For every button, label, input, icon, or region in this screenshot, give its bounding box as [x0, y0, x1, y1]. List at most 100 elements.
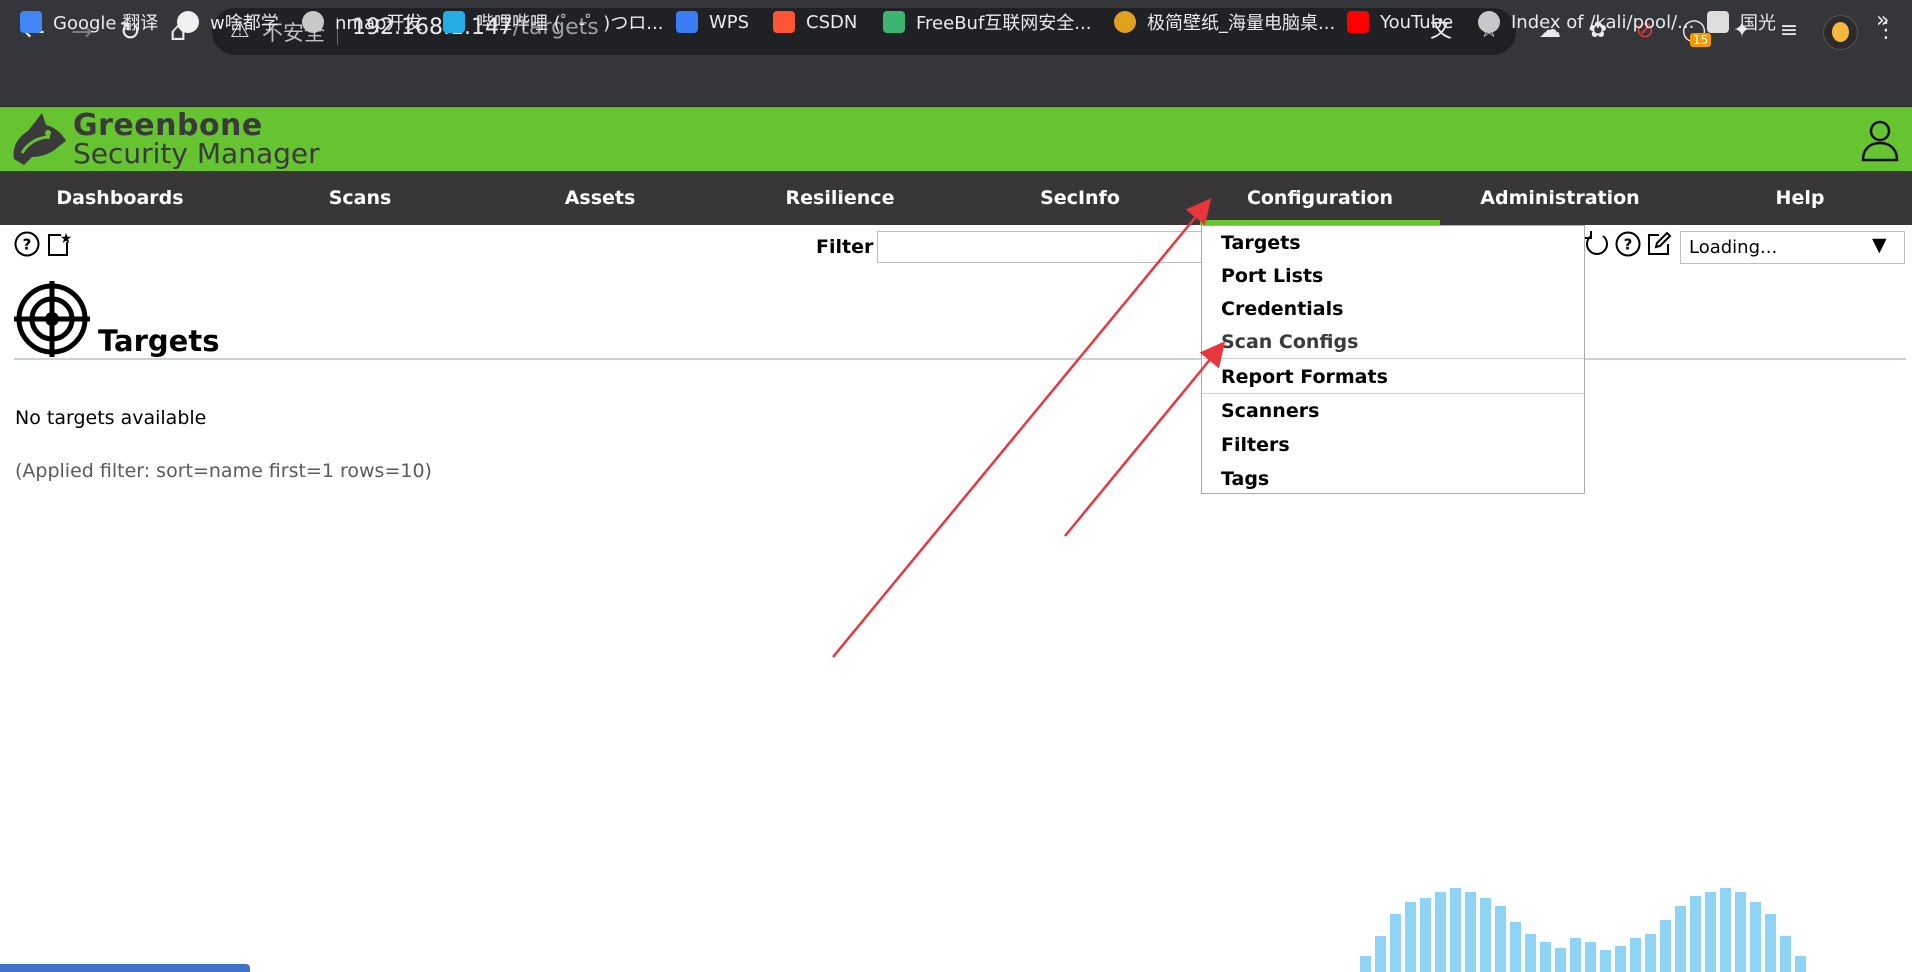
bookmark-label: 极简壁纸_海量电脑桌... — [1147, 13, 1336, 34]
reading-list-icon[interactable]: ≡ — [1772, 14, 1806, 48]
bookmark-freebuf[interactable]: FreeBuf互联网安全... — [883, 9, 1091, 35]
visualizer-bar — [1705, 892, 1716, 972]
menu-item-port-lists[interactable]: Port Lists — [1221, 265, 1323, 287]
help-icon[interactable]: ? — [13, 230, 41, 258]
bookmark-label: WPS — [709, 11, 750, 33]
bookmark-w-learn[interactable]: w啥都学 — [177, 9, 279, 35]
menu-item-filters[interactable]: Filters — [1221, 434, 1290, 456]
nav-assets[interactable]: Assets — [480, 171, 720, 225]
menu-item-tags[interactable]: Tags — [1221, 468, 1269, 490]
visualizer-bar — [1645, 934, 1656, 972]
target-icon — [14, 281, 90, 357]
bookmark-kali-index[interactable]: Index of /kali/pool/... — [1478, 9, 1694, 35]
face-icon — [177, 11, 199, 33]
nav-secinfo[interactable]: SecInfo — [960, 171, 1200, 225]
visualizer-bar — [1375, 936, 1386, 972]
visualizer-bar — [1660, 920, 1671, 972]
visualizer-bar — [1750, 902, 1761, 972]
youtube-icon — [1347, 11, 1369, 33]
user-menu-icon[interactable] — [1860, 118, 1900, 162]
nav-administration[interactable]: Administration — [1440, 171, 1680, 225]
visualizer-bar — [1390, 914, 1401, 972]
bookmark-guoguang[interactable]: 国光 — [1707, 9, 1776, 35]
applied-filter-text: (Applied filter: sort=name first=1 rows=… — [15, 460, 432, 482]
nav-help[interactable]: Help — [1680, 171, 1912, 225]
menu-item-report-formats[interactable]: Report Formats — [1221, 366, 1388, 388]
bookmark-label: nmap开发 — [335, 13, 423, 34]
bookmark-csdn[interactable]: CSDN — [773, 9, 857, 35]
arrow-to-configuration — [832, 198, 1212, 658]
bookmark-label: CSDN — [806, 11, 858, 33]
arrow-to-scan-configs — [1064, 341, 1226, 537]
wallpaper-icon — [1114, 11, 1136, 33]
globe-icon — [1478, 11, 1500, 33]
title-divider — [14, 358, 1906, 360]
bookmark-youtube[interactable]: YouTube — [1347, 9, 1453, 35]
visualizer-bar — [1630, 938, 1641, 972]
visualizer-bar — [1405, 902, 1416, 972]
visualizer-bar — [1780, 936, 1791, 972]
globe-icon — [302, 11, 324, 33]
bilibili-icon — [443, 11, 465, 33]
visualizer-bar — [1765, 914, 1776, 972]
logo-subtitle[interactable]: Security Manager — [73, 137, 320, 170]
menu-item-credentials[interactable]: Credentials — [1221, 298, 1343, 320]
visualizer-bar — [1360, 956, 1371, 972]
visualizer-bar — [1615, 946, 1626, 972]
visualizer-bar — [1525, 934, 1536, 972]
visualizer-bar — [1495, 906, 1506, 972]
audio-visualizer-bars — [1360, 888, 1806, 972]
wps-icon — [676, 11, 698, 33]
menu-separator — [1202, 358, 1584, 359]
visualizer-bar — [1435, 892, 1446, 972]
bookmarks-overflow-icon[interactable]: » — [1876, 8, 1889, 33]
bookmark-label: 哔哩哔哩 (゜-゜)つロ... — [476, 13, 664, 34]
csdn-icon — [773, 11, 795, 33]
avatar-icon — [1707, 11, 1729, 33]
chevron-down-icon[interactable]: ▼ — [1872, 234, 1887, 256]
visualizer-bar — [1420, 898, 1431, 972]
empty-state-message: No targets available — [15, 407, 207, 429]
bookmark-label: Google 翻译 — [53, 13, 159, 34]
nav-resilience[interactable]: Resilience — [720, 171, 960, 225]
bookmark-label: Index of /kali/pool/... — [1511, 11, 1695, 33]
visualizer-bar — [1675, 906, 1686, 972]
visualizer-bar — [1600, 950, 1611, 972]
visualizer-bar — [1735, 892, 1746, 972]
visualizer-bar — [1570, 938, 1581, 972]
bookmark-bilibili[interactable]: 哔哩哔哩 (゜-゜)つロ... — [443, 9, 663, 35]
page-title: Targets — [98, 324, 220, 358]
bookmark-label: YouTube — [1380, 11, 1454, 33]
filter-help-icon[interactable]: ? — [1614, 230, 1642, 258]
visualizer-bar — [1795, 956, 1806, 972]
svg-text:★: ★ — [60, 231, 73, 247]
filter-input[interactable] — [877, 231, 1207, 263]
visualizer-bar — [1690, 896, 1701, 972]
visualizer-bar — [1480, 898, 1491, 972]
bookmark-wallpaper[interactable]: 极简壁纸_海量电脑桌... — [1114, 9, 1335, 35]
refresh-filter-icon[interactable] — [1583, 230, 1611, 258]
menu-item-scan-configs[interactable]: Scan Configs — [1221, 331, 1358, 353]
visualizer-bar — [1585, 942, 1596, 972]
bookmark-google-translate[interactable]: Google 翻译 — [20, 9, 158, 35]
nav-dashboards[interactable]: Dashboards — [0, 171, 240, 225]
edit-filter-icon[interactable] — [1645, 230, 1673, 258]
nav-configuration[interactable]: Configuration — [1200, 171, 1440, 225]
menu-item-targets[interactable]: Targets — [1221, 232, 1301, 254]
menu-separator — [1202, 393, 1584, 394]
svg-text:?: ? — [23, 236, 32, 254]
visualizer-bar — [1555, 948, 1566, 972]
profile-avatar[interactable] — [1823, 15, 1858, 50]
new-target-icon[interactable]: ★ — [45, 230, 73, 258]
extension-badge: 15 — [1690, 33, 1712, 47]
freebuf-icon — [883, 11, 905, 33]
bookmark-wps[interactable]: WPS — [676, 9, 749, 35]
filter-label: Filter — [816, 236, 874, 258]
greenbone-logo-icon[interactable] — [8, 107, 72, 171]
menu-item-scanners[interactable]: Scanners — [1221, 400, 1319, 422]
taskbar-tab — [0, 964, 250, 972]
bookmark-nmap[interactable]: nmap开发 — [302, 9, 422, 35]
nav-scans[interactable]: Scans — [240, 171, 480, 225]
bookmarks-bar — [0, 63, 1912, 107]
bookmark-label: w啥都学 — [210, 13, 279, 34]
